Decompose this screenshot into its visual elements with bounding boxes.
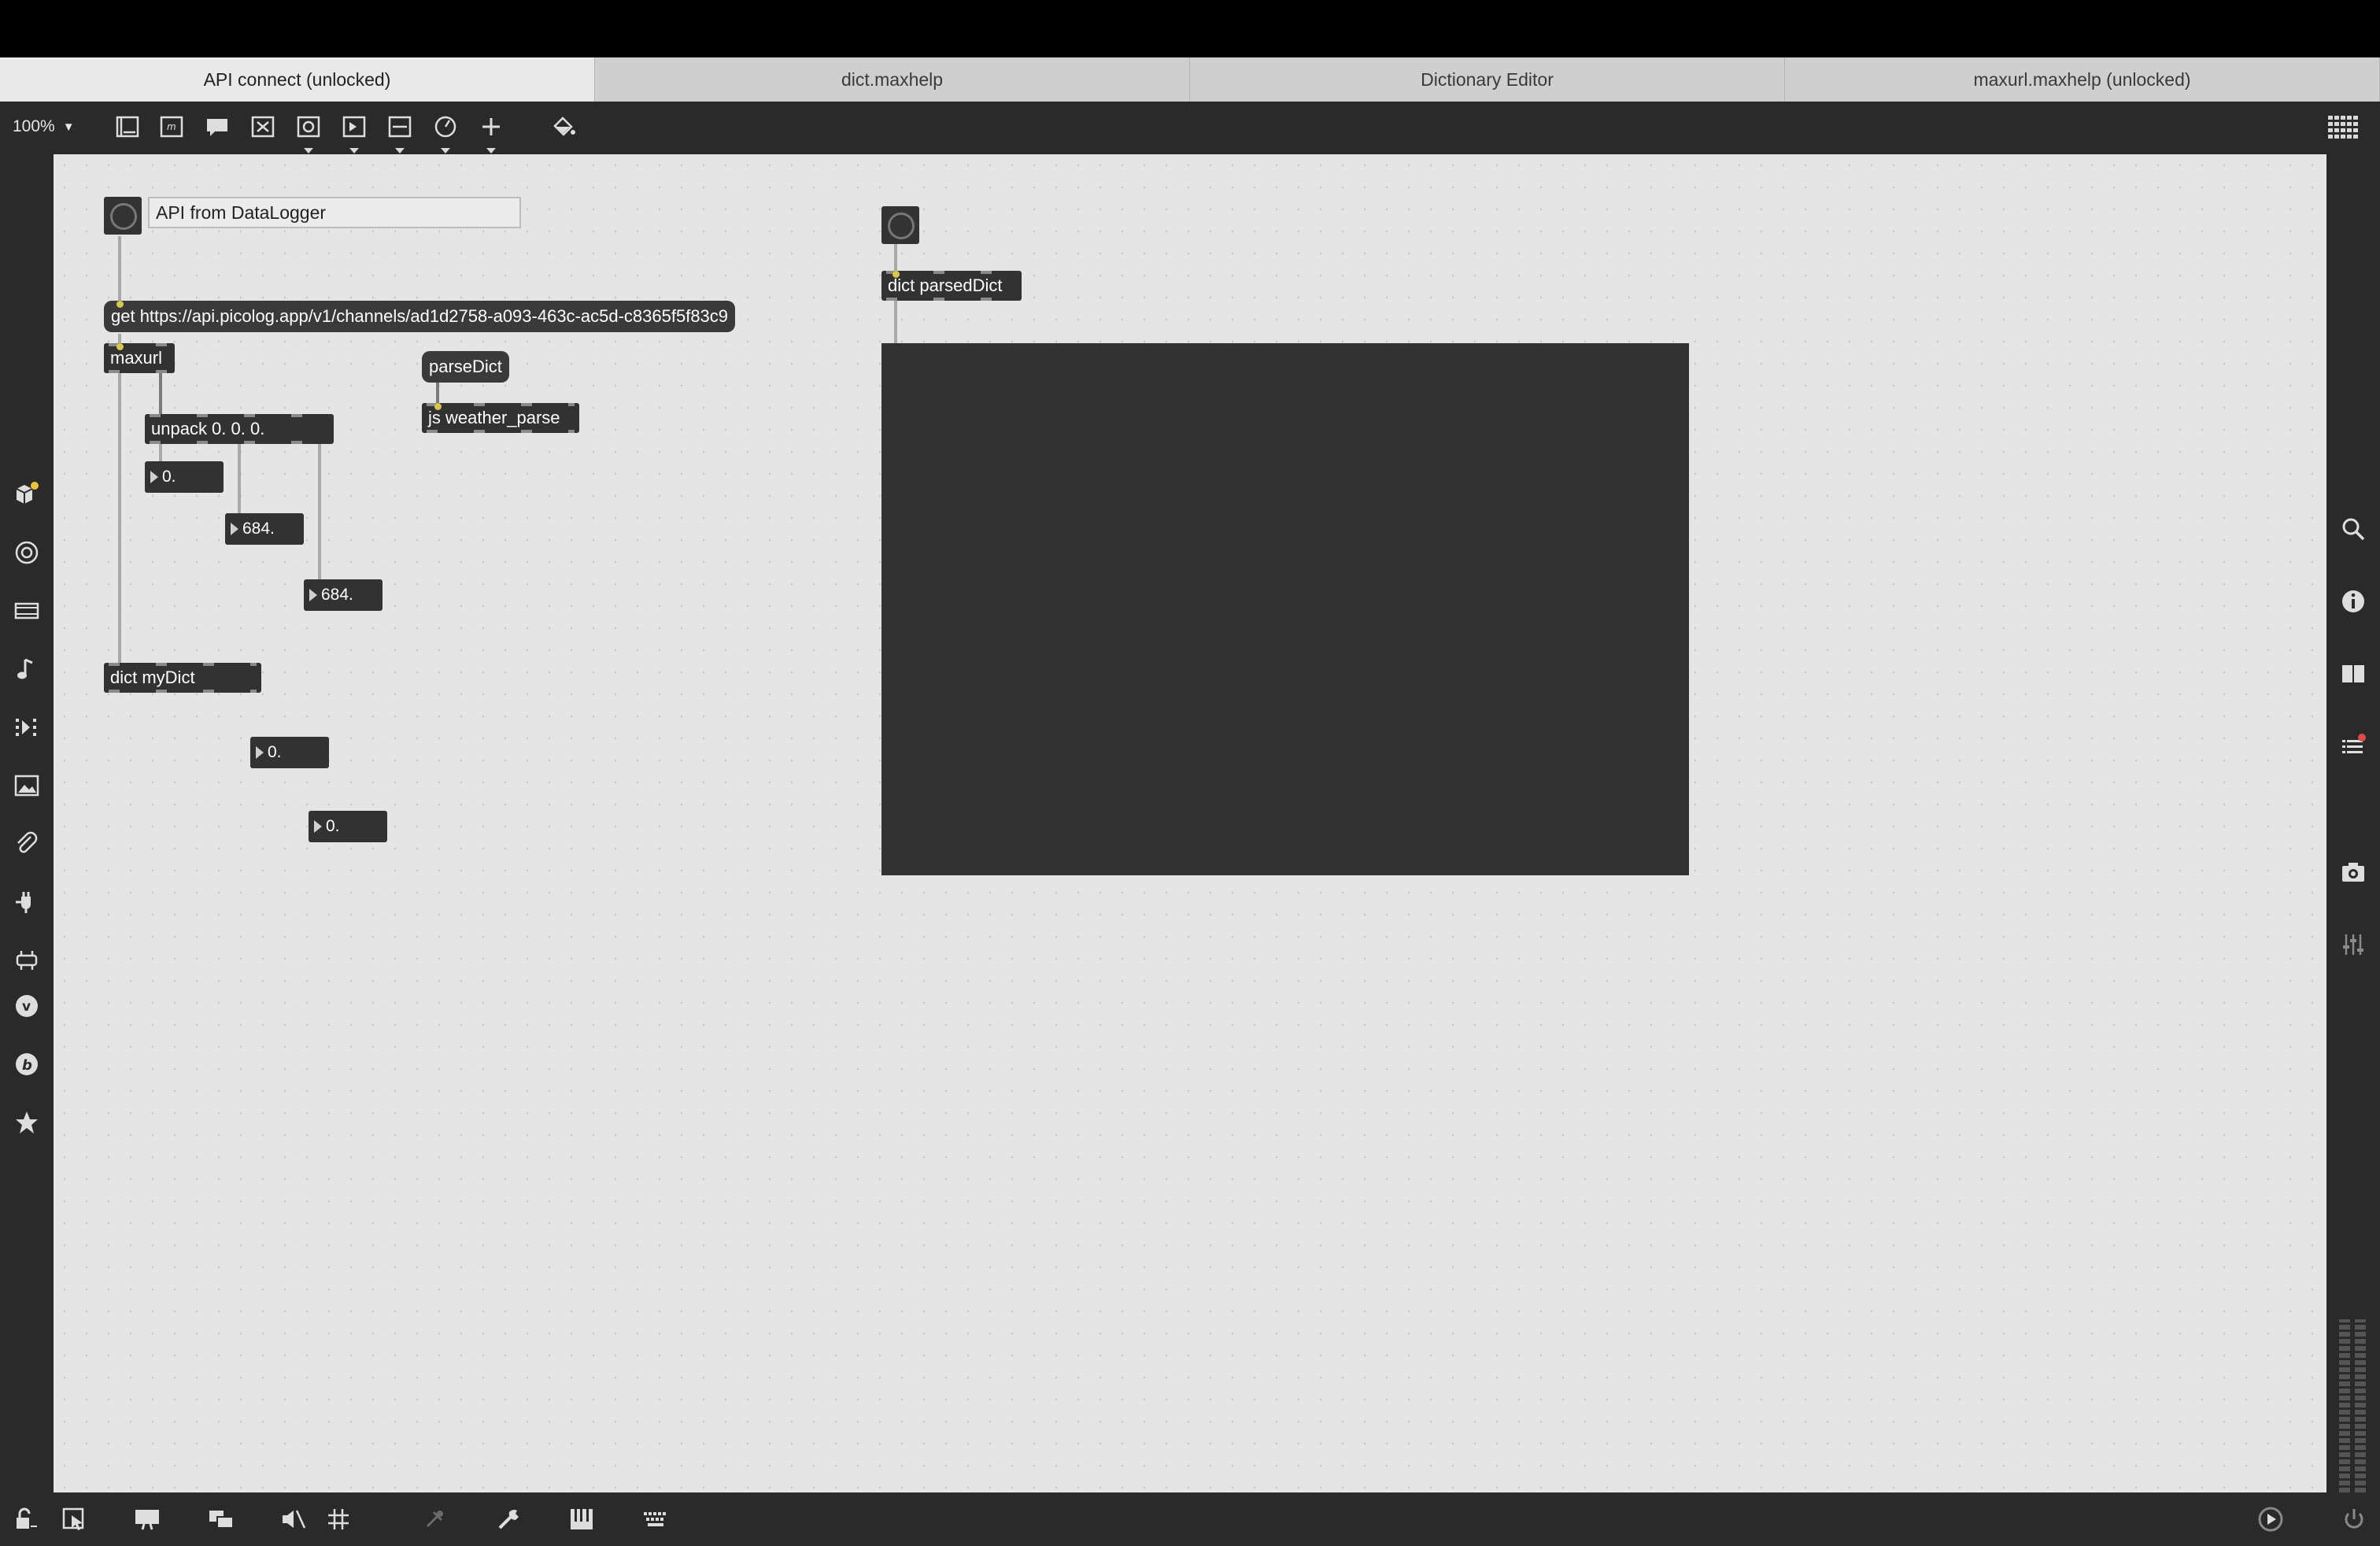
- tab-dictionary-editor[interactable]: Dictionary Editor: [1190, 57, 1785, 102]
- inlet-marker: [434, 403, 442, 410]
- dict-mydict-object[interactable]: dict myDict: [104, 663, 261, 693]
- wrench-icon[interactable]: [494, 1505, 524, 1533]
- patch-cord[interactable]: [118, 334, 121, 343]
- add-icon[interactable]: [477, 113, 505, 153]
- patch-cord[interactable]: [159, 444, 162, 461]
- inlet-marker: [116, 343, 124, 350]
- bang-button[interactable]: [881, 206, 919, 244]
- grid-snap-icon[interactable]: [324, 1505, 354, 1533]
- zoom-dropdown[interactable]: 100% ▼: [13, 117, 75, 136]
- window-title-bar: [0, 0, 2380, 57]
- toggle-icon[interactable]: [294, 113, 323, 153]
- info-icon[interactable]: [2339, 587, 2367, 616]
- audio-on-icon[interactable]: [2256, 1505, 2286, 1533]
- triangle-icon: [314, 820, 322, 833]
- number-box[interactable]: 0.: [309, 811, 387, 842]
- patch-cord[interactable]: [159, 373, 162, 414]
- patcher-canvas[interactable]: API from DataLogger get https://api.pico…: [54, 154, 2326, 1492]
- number-box[interactable]: 684.: [225, 513, 304, 545]
- inlet-marker: [893, 271, 900, 278]
- patch-cord[interactable]: [436, 381, 439, 403]
- left-sidebar: v b: [0, 154, 54, 1492]
- windows-icon[interactable]: [206, 1505, 236, 1533]
- paperclip-icon[interactable]: [13, 830, 41, 858]
- comment-icon[interactable]: [203, 113, 231, 141]
- paint-bucket-icon[interactable]: [549, 113, 578, 141]
- chevron-down-icon: [349, 148, 359, 153]
- mute-icon[interactable]: [279, 1505, 309, 1533]
- presentation-mode-icon[interactable]: [132, 1505, 162, 1533]
- vizzie-icon[interactable]: v: [13, 992, 41, 1020]
- triangle-icon: [309, 589, 317, 601]
- inlet-marker: [116, 301, 124, 308]
- keyboard-icon[interactable]: [641, 1505, 671, 1533]
- chevron-down-icon: [441, 148, 450, 153]
- grid-icon[interactable]: [2326, 114, 2360, 142]
- chevron-down-icon: [304, 148, 313, 153]
- patch-cord[interactable]: [238, 444, 241, 513]
- debug-icon[interactable]: [420, 1505, 450, 1533]
- image-icon[interactable]: [13, 771, 41, 800]
- video-icon[interactable]: [13, 597, 41, 625]
- level-meter: [2339, 1319, 2366, 1492]
- svg-text:m: m: [167, 121, 176, 132]
- list-icon[interactable]: [2339, 732, 2367, 760]
- power-icon[interactable]: [2339, 1505, 2369, 1533]
- patch-cord[interactable]: [118, 373, 121, 663]
- patch-cord[interactable]: [894, 301, 897, 343]
- piano-icon[interactable]: [567, 1505, 597, 1533]
- lock-icon[interactable]: [11, 1505, 41, 1533]
- slider-icon[interactable]: [386, 113, 414, 153]
- connector-icon[interactable]: [13, 946, 41, 975]
- api-comment: API from DataLogger: [148, 197, 521, 228]
- svg-text:b: b: [22, 1057, 32, 1074]
- beap-icon[interactable]: b: [13, 1050, 41, 1078]
- sequence-icon[interactable]: [13, 713, 41, 742]
- number-box[interactable]: 0.: [145, 461, 224, 493]
- message-icon[interactable]: [249, 113, 277, 141]
- patch-cord[interactable]: [118, 236, 121, 304]
- unpack-object[interactable]: unpack 0. 0. 0.: [145, 414, 334, 444]
- chevron-down-icon: [486, 148, 496, 153]
- tab-maxurl-maxhelp[interactable]: maxurl.maxhelp (unlocked): [1785, 57, 2380, 102]
- right-sidebar: [2326, 154, 2380, 1492]
- star-icon[interactable]: [13, 1108, 41, 1137]
- number-box[interactable]: 0.: [250, 737, 329, 768]
- music-note-icon[interactable]: [13, 655, 41, 683]
- chevron-down-icon: ▼: [62, 120, 75, 134]
- snapshot-icon[interactable]: [2339, 858, 2367, 886]
- dict-view-panel[interactable]: [881, 343, 1689, 875]
- triangle-icon: [150, 471, 158, 483]
- dial-icon[interactable]: [431, 113, 460, 153]
- triangle-icon: [231, 523, 238, 535]
- bottom-toolbar: [0, 1492, 2380, 1546]
- object-icon[interactable]: m: [157, 113, 186, 141]
- triangle-icon: [256, 746, 264, 759]
- target-icon[interactable]: [13, 538, 41, 567]
- maxurl-object[interactable]: maxurl: [104, 343, 175, 373]
- patch-cord[interactable]: [894, 242, 897, 271]
- tab-api-connect[interactable]: API connect (unlocked): [0, 57, 595, 102]
- presentation-icon[interactable]: [113, 113, 142, 141]
- zoom-level: 100%: [13, 117, 55, 135]
- patch-cord[interactable]: [318, 444, 321, 581]
- tab-bar: API connect (unlocked) dict.maxhelp Dict…: [0, 57, 2380, 102]
- js-weather-parse-object[interactable]: js weather_parse: [422, 403, 579, 433]
- mixer-icon[interactable]: [2339, 930, 2367, 959]
- edit-mode-icon[interactable]: [60, 1505, 90, 1533]
- parse-dict-message[interactable]: parseDict: [422, 351, 509, 383]
- dict-parseddict-object[interactable]: dict parsedDict: [881, 271, 1022, 301]
- svg-text:v: v: [22, 999, 31, 1015]
- get-request-message[interactable]: get https://api.picolog.app/v1/channels/…: [104, 301, 736, 332]
- tab-dict-maxhelp[interactable]: dict.maxhelp: [595, 57, 1190, 102]
- plug-icon[interactable]: [13, 888, 41, 916]
- number-box[interactable]: 684.: [304, 579, 382, 611]
- packages-icon[interactable]: [13, 480, 41, 509]
- chevron-down-icon: [395, 148, 405, 153]
- columns-icon[interactable]: [2339, 660, 2367, 688]
- search-icon[interactable]: [2339, 515, 2367, 543]
- bang-button[interactable]: [104, 197, 142, 235]
- patcher-toolbar: 100% ▼ m: [0, 102, 2380, 154]
- button-icon[interactable]: [340, 113, 368, 153]
